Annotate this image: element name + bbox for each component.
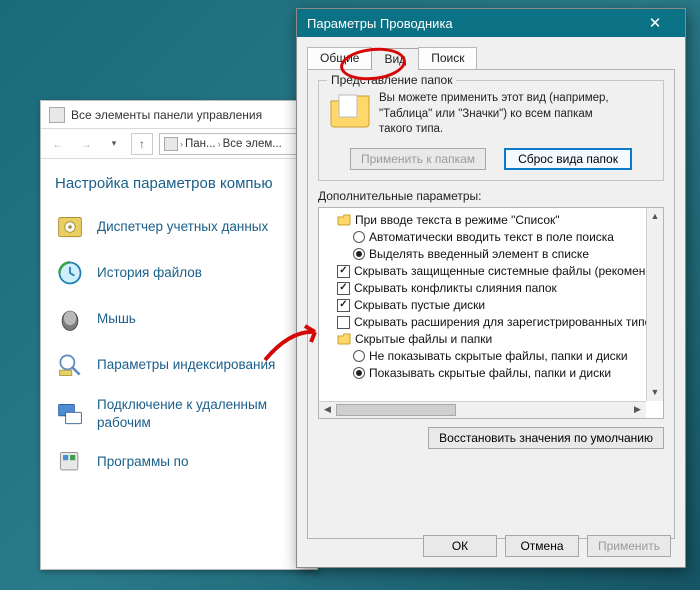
advanced-settings-tree[interactable]: При вводе текста в режиме "Список" Автом… bbox=[318, 207, 664, 419]
control-panel-titlebar[interactable]: Все элементы панели управления bbox=[41, 101, 317, 129]
remote-icon bbox=[55, 399, 85, 429]
group-title: Представление папок bbox=[327, 73, 456, 87]
cp-item-label: Мышь bbox=[97, 310, 136, 328]
crumb-2[interactable]: Все элем... bbox=[223, 138, 282, 150]
search-icon bbox=[55, 350, 85, 380]
radio-dont-show-hidden[interactable] bbox=[353, 350, 365, 362]
tab-general[interactable]: Общие bbox=[307, 47, 372, 69]
close-icon[interactable]: ✕ bbox=[635, 9, 675, 37]
folder-views-group: Представление папок Вы можете применить … bbox=[318, 80, 664, 181]
nav-up-icon[interactable]: ↑ bbox=[131, 133, 153, 155]
control-panel-title: Все элементы панели управления bbox=[71, 108, 262, 122]
tab-view[interactable]: Вид bbox=[371, 48, 419, 70]
apply-to-folders-button[interactable]: Применить к папкам bbox=[350, 148, 486, 170]
advanced-label: Дополнительные параметры: bbox=[318, 189, 664, 203]
page-title: Настройка параметров компью bbox=[41, 159, 317, 204]
folder-icon bbox=[329, 91, 371, 129]
breadcrumb-icon bbox=[164, 137, 178, 151]
check-hide-merge-conflicts[interactable] bbox=[337, 282, 350, 295]
apply-button[interactable]: Применить bbox=[587, 535, 671, 557]
nav-back-icon[interactable]: ← bbox=[47, 133, 69, 155]
dialog-title: Параметры Проводника bbox=[307, 16, 453, 31]
scroll-down-icon[interactable]: ▼ bbox=[647, 384, 663, 401]
cp-item-label: История файлов bbox=[97, 264, 202, 282]
crumb-1[interactable]: Пан... bbox=[185, 138, 216, 150]
tab-panel-view: Представление папок Вы можете применить … bbox=[307, 69, 675, 539]
explorer-toolbar: ← → ▾ ↑ › Пан... › Все элем... bbox=[41, 129, 317, 159]
tab-strip: Общие Вид Поиск bbox=[307, 47, 675, 69]
nav-forward-icon[interactable]: → bbox=[75, 133, 97, 155]
mouse-icon bbox=[55, 304, 85, 334]
check-hide-empty-drives[interactable] bbox=[337, 299, 350, 312]
control-panel-window: Все элементы панели управления ← → ▾ ↑ ›… bbox=[40, 100, 318, 570]
nav-dropdown-icon[interactable]: ▾ bbox=[103, 133, 125, 155]
ok-button[interactable]: ОК bbox=[423, 535, 497, 557]
radio-auto-type[interactable] bbox=[353, 231, 365, 243]
cp-item-label: Программы по bbox=[97, 453, 189, 471]
cp-item-label: Диспетчер учетных данных bbox=[97, 218, 268, 236]
safe-icon bbox=[55, 212, 85, 242]
cp-item-remote[interactable]: Подключение к удаленным рабочим bbox=[41, 388, 317, 439]
reset-folders-button[interactable]: Сброс вида папок bbox=[504, 148, 632, 170]
scroll-right-icon[interactable]: ▶ bbox=[629, 402, 646, 418]
dialog-titlebar[interactable]: Параметры Проводника ✕ bbox=[297, 9, 685, 37]
dialog-button-bar: ОК Отмена Применить bbox=[423, 535, 671, 557]
tree-vertical-scrollbar[interactable]: ▲ ▼ bbox=[646, 208, 663, 401]
cancel-button[interactable]: Отмена bbox=[505, 535, 579, 557]
radio-show-hidden[interactable] bbox=[353, 367, 365, 379]
cp-item-label: Подключение к удаленным рабочим bbox=[97, 396, 303, 431]
cp-item-credential-manager[interactable]: Диспетчер учетных данных bbox=[41, 204, 317, 250]
cp-item-label: Параметры индексирования bbox=[97, 356, 275, 374]
scroll-thumb[interactable] bbox=[336, 404, 456, 416]
scroll-left-icon[interactable]: ◀ bbox=[319, 402, 336, 418]
folder-icon bbox=[337, 214, 351, 226]
scroll-up-icon[interactable]: ▲ bbox=[647, 208, 663, 225]
cp-item-file-history[interactable]: История файлов bbox=[41, 250, 317, 296]
folder-options-dialog: Параметры Проводника ✕ Общие Вид Поиск П… bbox=[296, 8, 686, 568]
check-hide-protected[interactable] bbox=[337, 265, 350, 278]
tree-horizontal-scrollbar[interactable]: ◀ ▶ bbox=[319, 401, 646, 418]
radio-select-typed[interactable] bbox=[353, 248, 365, 260]
control-panel-icon bbox=[49, 107, 65, 123]
check-hide-extensions[interactable] bbox=[337, 316, 350, 329]
folder-icon bbox=[337, 333, 351, 345]
restore-defaults-button[interactable]: Восстановить значения по умолчанию bbox=[428, 427, 664, 449]
breadcrumb[interactable]: › Пан... › Все элем... bbox=[159, 133, 311, 155]
group-text: Вы можете применить этот вид (например, … bbox=[379, 91, 653, 138]
cp-item-programs[interactable]: Программы по bbox=[41, 439, 317, 485]
programs-icon bbox=[55, 447, 85, 477]
cp-item-indexing[interactable]: Параметры индексирования bbox=[41, 342, 317, 388]
clock-icon bbox=[55, 258, 85, 288]
tab-search[interactable]: Поиск bbox=[418, 47, 477, 69]
cp-item-mouse[interactable]: Мышь bbox=[41, 296, 317, 342]
